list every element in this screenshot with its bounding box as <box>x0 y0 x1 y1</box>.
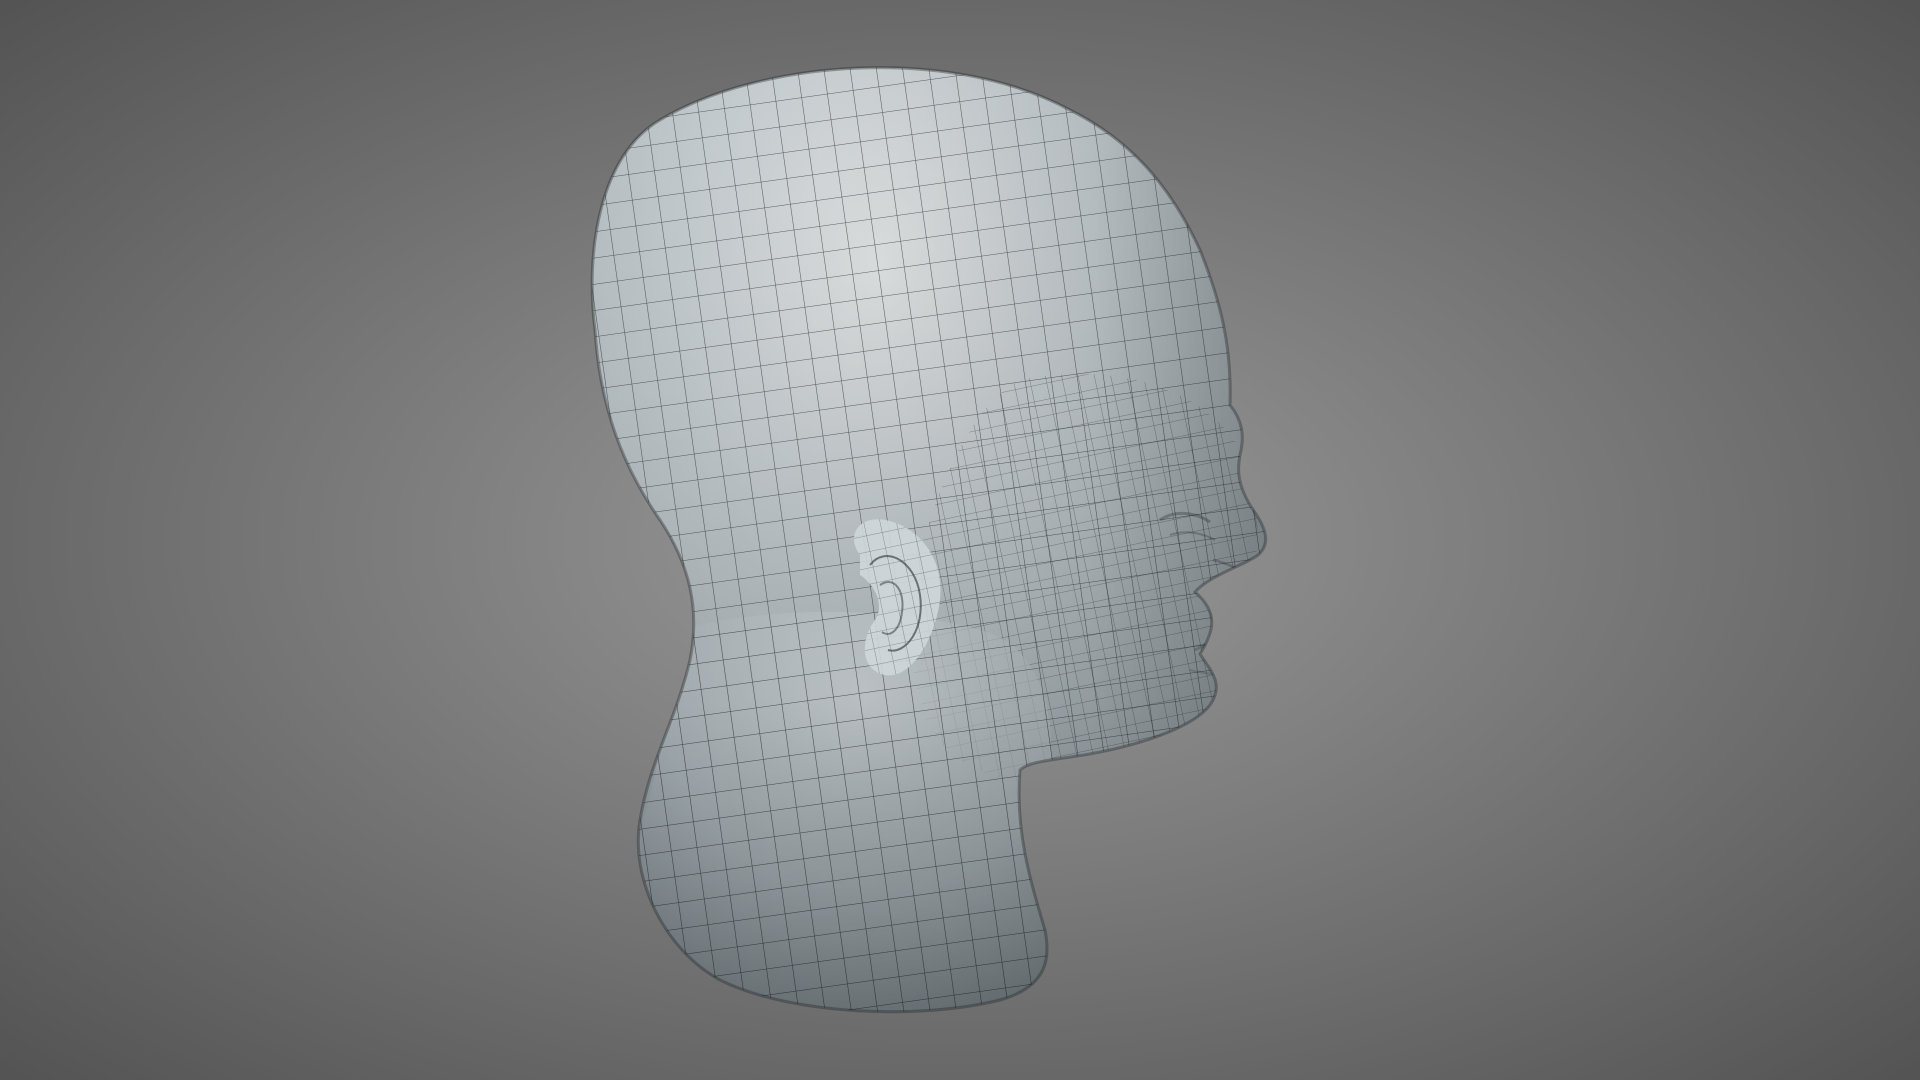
render-viewport <box>0 0 1920 1080</box>
render-scene <box>0 0 1920 1080</box>
